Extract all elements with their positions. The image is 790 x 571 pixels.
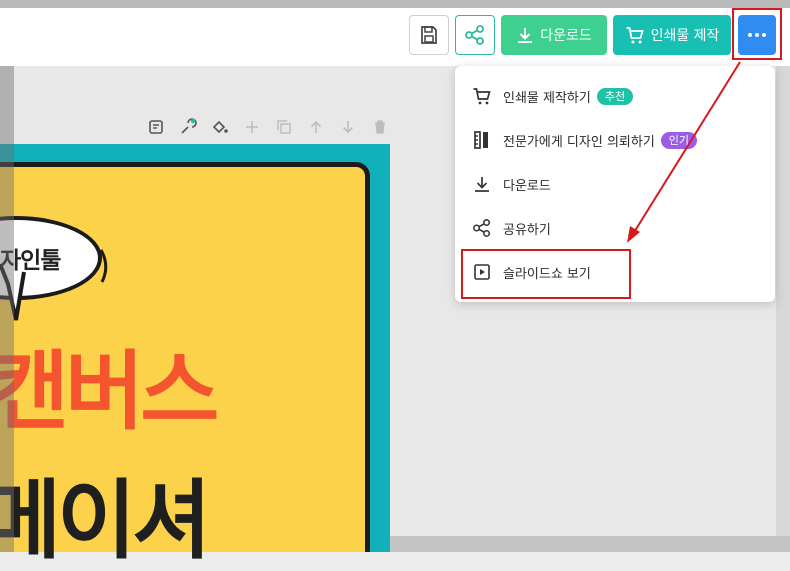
menu-item-label: 공유하기 bbox=[503, 222, 551, 238]
share-button[interactable] bbox=[455, 15, 495, 55]
recommend-badge: 추천 bbox=[596, 87, 634, 105]
window-top-strip bbox=[0, 0, 790, 8]
more-button-highlight bbox=[732, 8, 782, 60]
share-icon bbox=[465, 25, 484, 45]
menu-item-label: 다운로드 bbox=[503, 178, 551, 194]
menu-item-share[interactable]: 공유하기 bbox=[455, 208, 775, 248]
menu-item-label: 전문가에게 디자인 의뢰하기 bbox=[503, 134, 655, 150]
menu-item-print[interactable]: 인쇄물 제작하기 추천 bbox=[455, 76, 775, 116]
cart-icon bbox=[626, 27, 644, 44]
menu-item-label: 인쇄물 제작하기 bbox=[503, 90, 591, 106]
menu-item-download[interactable]: 다운로드 bbox=[455, 164, 775, 204]
ai-brush-icon[interactable] bbox=[172, 116, 204, 138]
down-icon[interactable] bbox=[332, 116, 364, 138]
note-icon[interactable] bbox=[140, 116, 172, 138]
add-icon[interactable] bbox=[236, 116, 268, 138]
vertical-scrollbar[interactable] bbox=[776, 66, 790, 552]
popular-badge: 인기 bbox=[660, 131, 698, 149]
download-icon bbox=[471, 173, 493, 195]
download-icon bbox=[518, 28, 533, 43]
dim-overlay bbox=[0, 66, 14, 552]
save-icon bbox=[421, 26, 437, 44]
copy-icon[interactable] bbox=[268, 116, 300, 138]
up-icon[interactable] bbox=[300, 116, 332, 138]
menu-item-design-request[interactable]: 전문가에게 디자인 의뢰하기 인기 bbox=[455, 120, 775, 160]
print-label: 인쇄물 제작 bbox=[650, 28, 720, 44]
delete-icon[interactable] bbox=[364, 116, 396, 138]
fill-icon[interactable] bbox=[204, 116, 236, 138]
headline-line1: 캔버스 bbox=[0, 342, 219, 442]
headline-line2: 메이셔 bbox=[0, 471, 211, 571]
download-label: 다운로드 bbox=[540, 28, 592, 44]
slideshow-highlight bbox=[461, 249, 631, 299]
bubble-swoosh bbox=[99, 249, 108, 283]
cart-icon bbox=[471, 85, 493, 107]
share-icon bbox=[471, 217, 493, 239]
save-button[interactable] bbox=[409, 15, 449, 55]
element-edit-tools bbox=[140, 116, 396, 138]
editor-toolbar: 다운로드 인쇄물 제작 bbox=[0, 8, 790, 67]
ruler-icon bbox=[471, 129, 493, 151]
print-button[interactable]: 인쇄물 제작 bbox=[613, 15, 731, 55]
download-button[interactable]: 다운로드 bbox=[501, 15, 607, 55]
